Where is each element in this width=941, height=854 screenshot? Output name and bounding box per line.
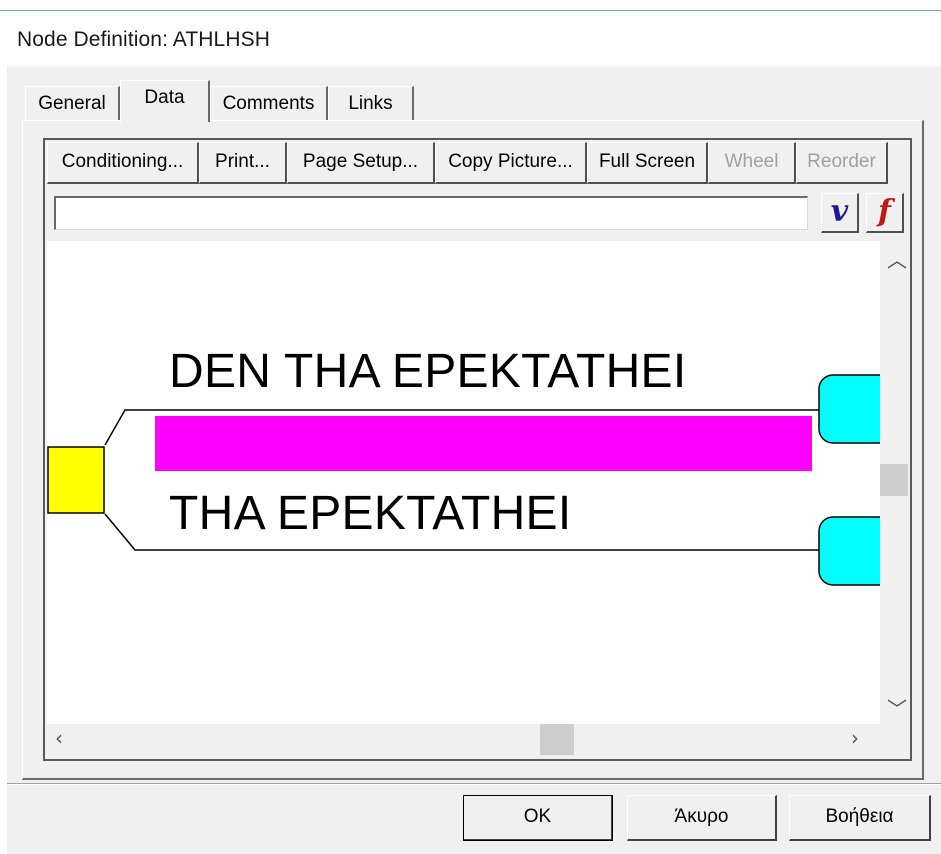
tree-canvas[interactable]: DEN THA EPEKTATHEI THA EPEKTATHEI (47, 241, 880, 724)
terminal-node-lower[interactable] (818, 516, 880, 586)
wheel-button[interactable]: Wheel (708, 142, 796, 184)
horizontal-scrollbar[interactable]: ‹ › (47, 724, 880, 755)
cancel-button[interactable]: Άκυρο (627, 795, 777, 841)
variable-button[interactable]: v (821, 193, 859, 233)
branch-label-upper[interactable]: DEN THA EPEKTATHEI (169, 344, 687, 399)
tab-general[interactable]: General (25, 86, 120, 121)
scroll-down-arrow-icon[interactable]: ﹀ (887, 693, 907, 722)
horizontal-scroll-thumb[interactable] (540, 724, 574, 755)
tab-data[interactable]: Data (120, 80, 210, 122)
selected-branch-highlight (155, 416, 812, 471)
reorder-button[interactable]: Reorder (796, 142, 888, 184)
tab-links[interactable]: Links (328, 86, 414, 121)
tab-comments[interactable]: Comments (210, 86, 328, 121)
help-button[interactable]: Βοήθεια (789, 795, 931, 841)
chance-node[interactable] (47, 446, 105, 514)
scrollbar-corner (880, 724, 908, 755)
window-top-border (0, 10, 941, 11)
terminal-node-upper[interactable] (818, 374, 880, 444)
page-setup-button[interactable]: Page Setup... (287, 142, 435, 184)
window-title: Node Definition: ATHLHSH (17, 28, 270, 51)
scroll-right-arrow-icon[interactable]: › (851, 726, 859, 750)
footer-separator-highlight (7, 784, 941, 785)
full-screen-button[interactable]: Full Screen (587, 142, 708, 184)
formula-input[interactable] (54, 196, 808, 230)
scroll-up-arrow-icon[interactable]: ︿ (887, 244, 907, 273)
ok-button[interactable]: OK (463, 795, 613, 841)
vertical-scroll-thumb[interactable] (880, 464, 908, 496)
tree-diagram (47, 374, 880, 586)
copy-picture-button[interactable]: Copy Picture... (435, 142, 587, 184)
function-button[interactable]: f (866, 193, 904, 233)
branch-label-lower[interactable]: THA EPEKTATHEI (169, 486, 572, 541)
print-button[interactable]: Print... (199, 142, 287, 184)
vertical-scrollbar[interactable]: ︿ ﹀ (880, 241, 908, 724)
conditioning-button[interactable]: Conditioning... (47, 142, 199, 184)
scroll-left-arrow-icon[interactable]: ‹ (55, 726, 63, 750)
